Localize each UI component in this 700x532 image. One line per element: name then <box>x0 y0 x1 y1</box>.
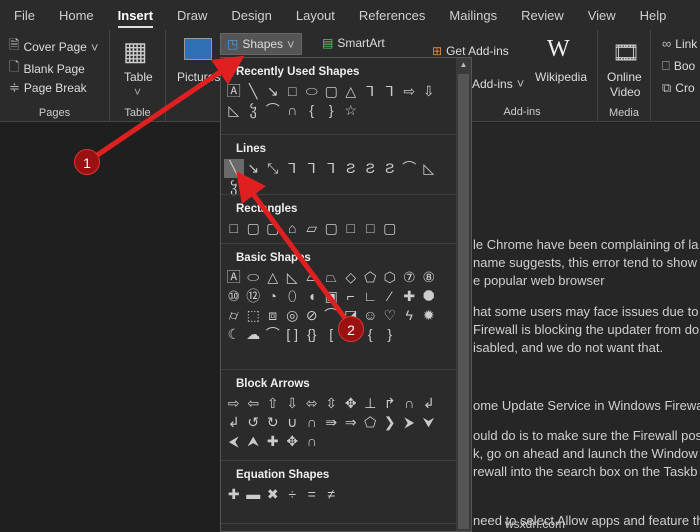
step-badge-1: 1 <box>74 149 100 175</box>
annotation-arrows <box>88 55 353 327</box>
arrow-1 <box>88 55 245 163</box>
step-badge-2: 2 <box>338 316 364 342</box>
arrow-2 <box>236 170 353 327</box>
